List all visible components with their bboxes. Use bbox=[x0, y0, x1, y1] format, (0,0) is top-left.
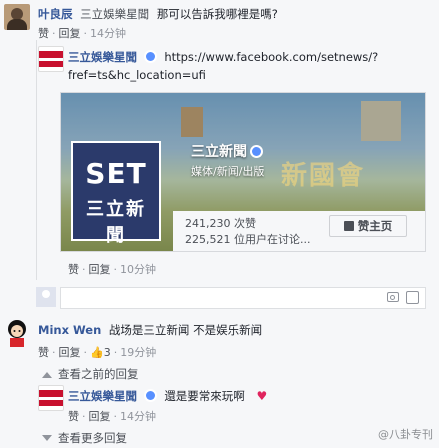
verified-badge-icon bbox=[143, 389, 157, 402]
page-category: 媒体/新闻/出版 bbox=[191, 165, 265, 178]
reply-link[interactable]: 回复 bbox=[89, 410, 111, 423]
page-logo[interactable]: SET 三立新聞 bbox=[71, 141, 161, 246]
thread-line bbox=[36, 40, 37, 280]
watermark: @八卦专刊 bbox=[378, 428, 433, 441]
heart-emoji-icon: ♥ bbox=[256, 389, 268, 403]
comment-author[interactable]: 三立娛樂星聞 bbox=[68, 389, 137, 403]
verified-badge-icon bbox=[250, 145, 263, 158]
view-previous-label: 查看之前的回复 bbox=[58, 367, 139, 381]
like-link[interactable]: 赞 bbox=[68, 263, 79, 276]
view-previous-replies[interactable]: 查看之前的回复 bbox=[42, 366, 139, 382]
like-count-value: 3 bbox=[103, 346, 111, 359]
reply-link[interactable]: 回复 bbox=[59, 27, 81, 40]
my-avatar bbox=[36, 287, 56, 307]
reply-input[interactable] bbox=[60, 287, 426, 309]
comment-author[interactable]: 三立娛樂星聞 bbox=[68, 50, 137, 64]
comment-4-body: 三立娛樂星聞 還是要常來玩啊 ♥ bbox=[68, 388, 267, 404]
avatar-minx-wen[interactable] bbox=[4, 318, 30, 348]
page-talking-count: 225,521 位用户在讨论... bbox=[185, 233, 311, 246]
page-name[interactable]: 三立新聞 bbox=[191, 141, 263, 161]
comment-author[interactable]: Minx Wen bbox=[38, 323, 101, 337]
page-preview-card[interactable]: 新國會 SET 三立新聞 三立新聞 媒体/新闻/出版 241,230 次赞 22… bbox=[60, 92, 426, 252]
view-more-replies[interactable]: 查看更多回复 bbox=[42, 430, 127, 446]
avatar-set-entertainment[interactable] bbox=[38, 385, 64, 411]
cover-decor-text: 新國會 bbox=[281, 161, 366, 191]
logo-chinese-text: 三立新聞 bbox=[86, 199, 146, 246]
page-like-count: 241,230 次赞 bbox=[185, 217, 256, 230]
timestamp[interactable]: 14分钟 bbox=[120, 410, 156, 423]
reply-link[interactable]: 回复 bbox=[59, 346, 81, 359]
comment-2-body: 三立娛樂星聞 https://www.facebook.com/setnews/… bbox=[68, 49, 378, 65]
like-count[interactable]: 👍3 bbox=[90, 346, 111, 359]
like-link[interactable]: 赞 bbox=[38, 27, 49, 40]
comment-text: 战场是三立新闻 不是娱乐新闻 bbox=[108, 323, 263, 337]
url-link[interactable]: https://www.facebook.com/setnews/? bbox=[164, 50, 378, 64]
comment-2-actions: 赞 · 回复 · 10分钟 bbox=[68, 263, 156, 276]
url-continuation[interactable]: fref=ts&hc_location=ufi bbox=[68, 68, 206, 82]
comment-3-actions: 赞 · 回复 · 👍3 · 19分钟 bbox=[38, 346, 157, 359]
avatar-set-entertainment[interactable] bbox=[38, 46, 64, 72]
sticker-icon[interactable] bbox=[406, 291, 419, 304]
page-name-text[interactable]: 三立新聞 bbox=[191, 144, 247, 160]
expand-arrow-icon bbox=[42, 435, 52, 441]
timestamp[interactable]: 10分钟 bbox=[120, 263, 156, 276]
collapse-arrow-icon bbox=[42, 372, 52, 378]
comment-author[interactable]: 叶良辰 bbox=[38, 7, 73, 21]
comment-text: 還是要常來玩啊 bbox=[164, 389, 245, 403]
camera-icon[interactable] bbox=[387, 292, 399, 302]
timestamp[interactable]: 14分钟 bbox=[90, 27, 126, 40]
like-link[interactable]: 赞 bbox=[38, 346, 49, 359]
like-page-label: 赞主页 bbox=[357, 219, 393, 233]
like-link[interactable]: 赞 bbox=[68, 410, 79, 423]
like-page-button[interactable]: 赞主页 bbox=[329, 215, 407, 237]
thumbs-up-icon bbox=[343, 221, 354, 231]
verified-badge-icon bbox=[143, 50, 157, 63]
comment-text: 那可以告訴我哪裡是嗎? bbox=[156, 7, 278, 21]
view-more-label: 查看更多回复 bbox=[58, 431, 127, 445]
timestamp[interactable]: 19分钟 bbox=[120, 346, 156, 359]
comment-1-actions: 赞 · 回复 · 14分钟 bbox=[38, 27, 126, 40]
comment-4-actions: 赞 · 回复 · 14分钟 bbox=[68, 410, 156, 423]
avatar-yeliangchen[interactable] bbox=[4, 4, 30, 30]
comment-3-body: Minx Wen 战场是三立新闻 不是娱乐新闻 bbox=[38, 322, 262, 338]
mention-link[interactable]: 三立娛樂星聞 bbox=[80, 7, 149, 21]
comment-1-body: 叶良辰 三立娛樂星聞 那可以告訴我哪裡是嗎? bbox=[38, 6, 278, 22]
reply-link[interactable]: 回复 bbox=[89, 263, 111, 276]
logo-set-text: SET bbox=[85, 157, 147, 190]
